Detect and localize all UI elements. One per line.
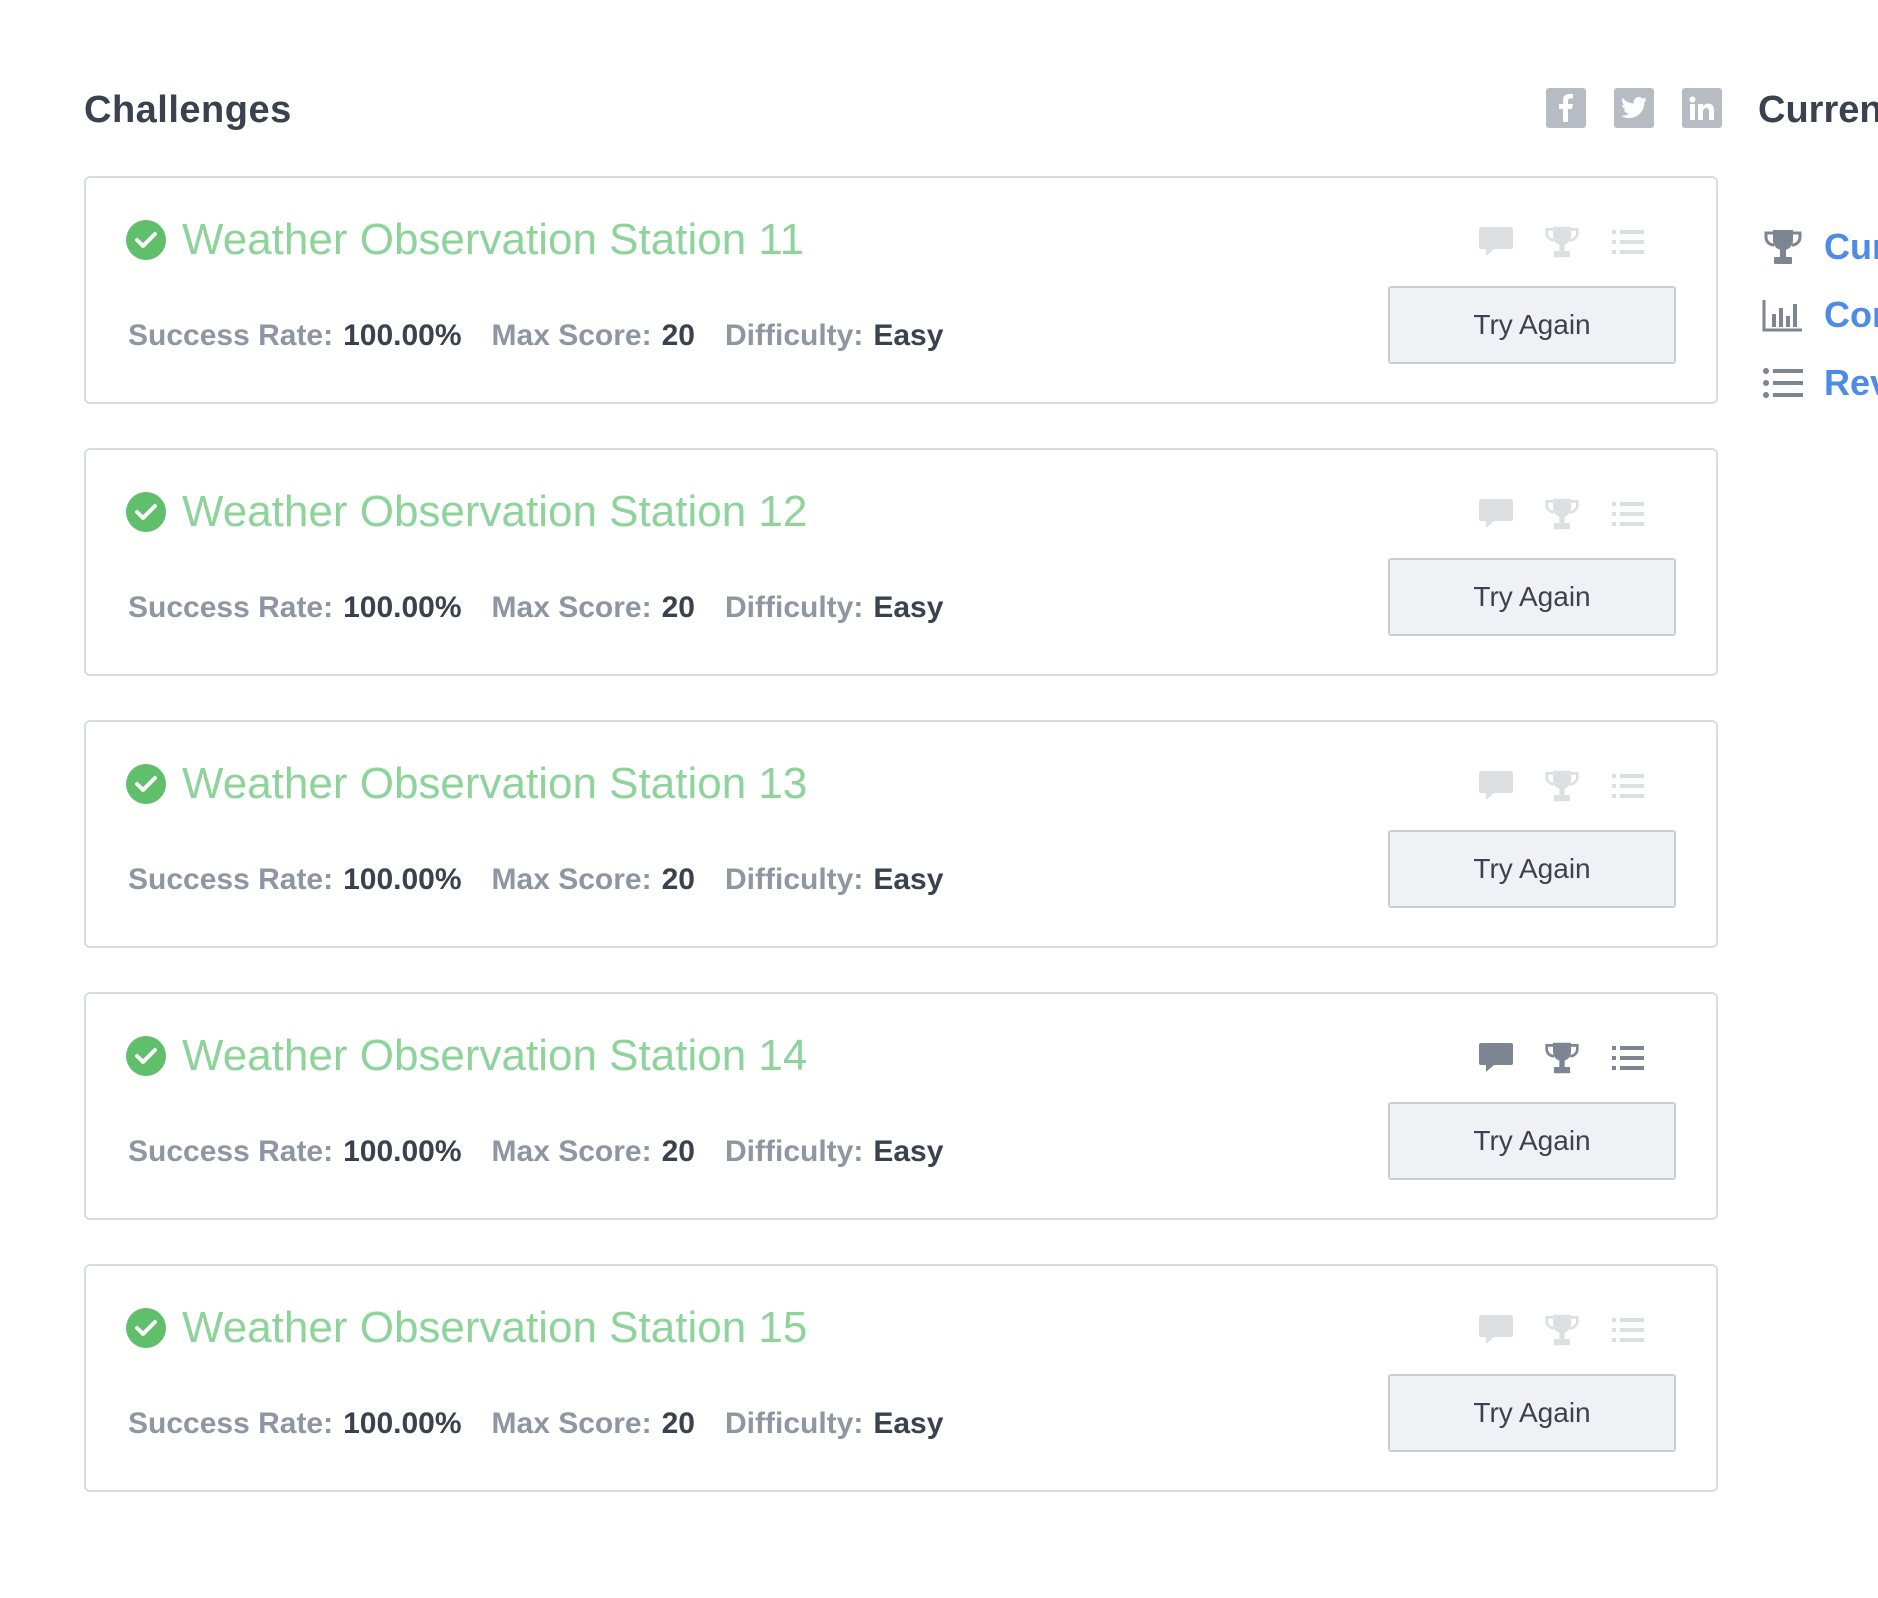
challenge-title[interactable]: Weather Observation Station 13 xyxy=(182,756,807,812)
success-rate-label: Success Rate: xyxy=(128,591,334,624)
facebook-icon[interactable] xyxy=(1546,88,1586,128)
solved-check-icon xyxy=(126,1036,166,1076)
max-score-label: Max Score: xyxy=(491,1135,652,1168)
discussion-icon[interactable] xyxy=(1478,1040,1514,1076)
success-rate-value: 100.00% xyxy=(343,319,462,352)
max-score-value: 20 xyxy=(661,863,695,896)
solved-check-icon xyxy=(126,764,166,804)
leaderboard-trophy-icon[interactable] xyxy=(1544,768,1580,804)
difficulty-value: Easy xyxy=(873,591,944,624)
max-score-value: 20 xyxy=(661,319,695,352)
challenge-stats: Success Rate: 100.00% Max Score: 20 Diffic… xyxy=(128,588,943,628)
challenge-card: Weather Observation Station 12 Success R… xyxy=(84,448,1718,676)
difficulty-value: Easy xyxy=(873,1135,944,1168)
submissions-list-icon[interactable] xyxy=(1610,768,1646,804)
submissions-list-icon[interactable] xyxy=(1610,496,1646,532)
success-rate-value: 100.00% xyxy=(343,1135,462,1168)
challenge-actions xyxy=(1478,768,1646,804)
max-score-value: 20 xyxy=(661,591,695,624)
challenge-title[interactable]: Weather Observation Station 14 xyxy=(182,1028,807,1084)
challenge-card: Weather Observation Station 13 Success R… xyxy=(84,720,1718,948)
success-rate-label: Success Rate: xyxy=(128,1407,334,1440)
discussion-icon[interactable] xyxy=(1478,496,1514,532)
max-score-label: Max Score: xyxy=(491,591,652,624)
page-title: Challenges xyxy=(84,89,292,131)
try-again-button[interactable]: Try Again xyxy=(1388,1102,1676,1180)
try-again-button[interactable]: Try Again xyxy=(1388,286,1676,364)
max-score-label: Max Score: xyxy=(491,1407,652,1440)
difficulty-label: Difficulty: xyxy=(725,863,864,896)
sidebar-link-review[interactable]: Rev xyxy=(1762,362,1878,404)
leaderboard-trophy-icon[interactable] xyxy=(1544,496,1580,532)
difficulty-label: Difficulty: xyxy=(725,319,864,352)
max-score-label: Max Score: xyxy=(491,319,652,352)
sidebar-link-current[interactable]: Cur xyxy=(1762,226,1878,268)
linkedin-icon[interactable] xyxy=(1682,88,1722,128)
sidebar-link-contest[interactable]: Con xyxy=(1762,294,1878,336)
trophy-icon xyxy=(1762,228,1804,266)
challenge-stats: Success Rate: 100.00% Max Score: 20 Diffic… xyxy=(128,1132,943,1172)
challenge-stats: Success Rate: 100.00% Max Score: 20 Diffic… xyxy=(128,316,943,356)
difficulty-value: Easy xyxy=(873,319,944,352)
challenge-actions xyxy=(1478,496,1646,532)
max-score-value: 20 xyxy=(661,1135,695,1168)
challenge-card: Weather Observation Station 15 Success R… xyxy=(84,1264,1718,1492)
submissions-list-icon[interactable] xyxy=(1610,1040,1646,1076)
challenge-stats: Success Rate: 100.00% Max Score: 20 Diffic… xyxy=(128,1404,943,1444)
share-bar xyxy=(1546,88,1722,128)
challenge-card: Weather Observation Station 11 Success R… xyxy=(84,176,1718,404)
challenge-card: Weather Observation Station 14 Success R… xyxy=(84,992,1718,1220)
sidebar-link-label: Cur xyxy=(1824,226,1878,267)
sidebar-link-label: Rev xyxy=(1824,362,1878,403)
list-icon xyxy=(1762,364,1804,402)
solved-check-icon xyxy=(126,220,166,260)
difficulty-label: Difficulty: xyxy=(725,1407,864,1440)
try-again-button[interactable]: Try Again xyxy=(1388,1374,1676,1452)
success-rate-value: 100.00% xyxy=(343,591,462,624)
challenge-actions xyxy=(1478,1312,1646,1348)
discussion-icon[interactable] xyxy=(1478,1312,1514,1348)
discussion-icon[interactable] xyxy=(1478,768,1514,804)
difficulty-label: Difficulty: xyxy=(725,1135,864,1168)
try-again-button[interactable]: Try Again xyxy=(1388,558,1676,636)
sidebar-title: Curren xyxy=(1758,89,1878,131)
solved-check-icon xyxy=(126,492,166,532)
leaderboard-trophy-icon[interactable] xyxy=(1544,224,1580,260)
challenge-stats: Success Rate: 100.00% Max Score: 20 Diffic… xyxy=(128,860,943,900)
success-rate-label: Success Rate: xyxy=(128,1135,334,1168)
solved-check-icon xyxy=(126,1308,166,1348)
challenge-title[interactable]: Weather Observation Station 15 xyxy=(182,1300,807,1356)
challenge-title[interactable]: Weather Observation Station 12 xyxy=(182,484,807,540)
bar-chart-icon xyxy=(1762,296,1804,334)
sidebar-link-label: Con xyxy=(1824,294,1878,335)
success-rate-value: 100.00% xyxy=(343,863,462,896)
challenge-actions xyxy=(1478,1040,1646,1076)
max-score-label: Max Score: xyxy=(491,863,652,896)
max-score-value: 20 xyxy=(661,1407,695,1440)
twitter-icon[interactable] xyxy=(1614,88,1654,128)
page: Challenges Weather Observation Station 1… xyxy=(0,0,1878,1598)
success-rate-label: Success Rate: xyxy=(128,319,334,352)
challenge-title[interactable]: Weather Observation Station 11 xyxy=(182,212,804,268)
submissions-list-icon[interactable] xyxy=(1610,224,1646,260)
try-again-button[interactable]: Try Again xyxy=(1388,830,1676,908)
leaderboard-trophy-icon[interactable] xyxy=(1544,1312,1580,1348)
difficulty-value: Easy xyxy=(873,863,944,896)
leaderboard-trophy-icon[interactable] xyxy=(1544,1040,1580,1076)
discussion-icon[interactable] xyxy=(1478,224,1514,260)
difficulty-value: Easy xyxy=(873,1407,944,1440)
success-rate-label: Success Rate: xyxy=(128,863,334,896)
submissions-list-icon[interactable] xyxy=(1610,1312,1646,1348)
difficulty-label: Difficulty: xyxy=(725,591,864,624)
challenge-actions xyxy=(1478,224,1646,260)
success-rate-value: 100.00% xyxy=(343,1407,462,1440)
